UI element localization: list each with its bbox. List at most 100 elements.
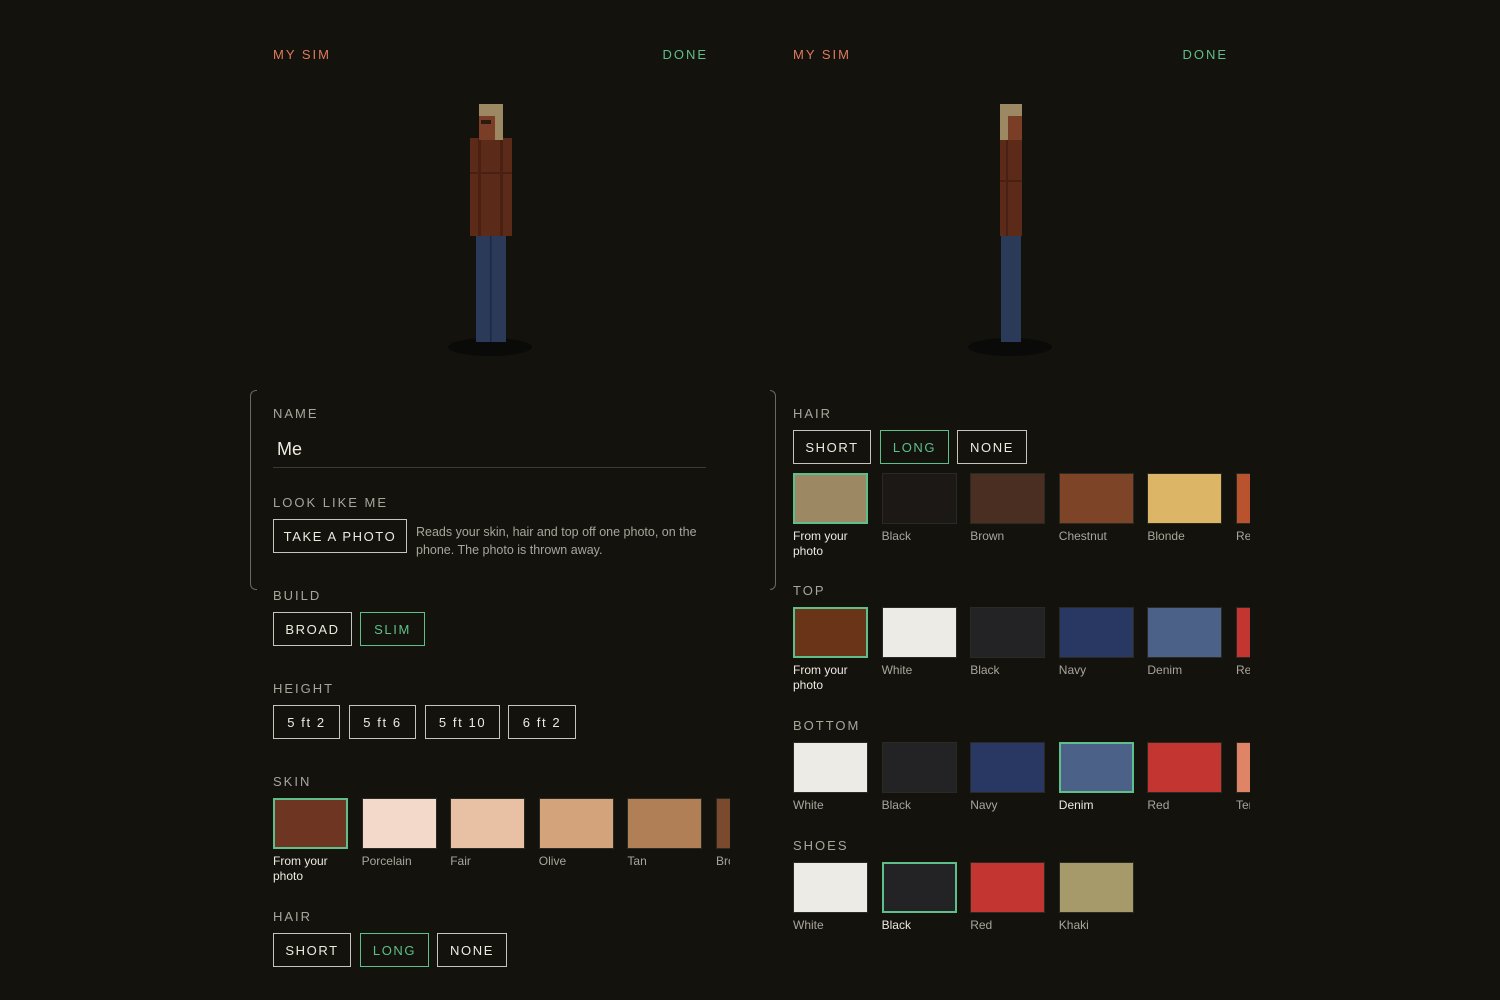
skin-swatch-row: From your photo Porcelain Fair Olive Tan Brow…	[273, 798, 730, 888]
shoes-label: SHOES	[793, 838, 849, 853]
swatch-label: White	[793, 918, 824, 932]
swatch-label: Brown	[970, 529, 1005, 543]
swatch-color	[793, 742, 868, 793]
swatch-label: White	[881, 663, 913, 677]
skin-swatch[interactable]: Brown	[716, 798, 730, 869]
sim-editor-right: MY SIM DONE HAIR SHORT LONG NONE From yo…	[770, 0, 1250, 1000]
height-option-5ft6[interactable]: 5 ft 6	[349, 705, 416, 739]
build-option-broad[interactable]: BROAD	[273, 612, 352, 646]
swatch-label: White	[793, 798, 824, 812]
swatch-color	[970, 473, 1046, 524]
sim-editor-left: MY SIM DONE NAME LOOK LIKE ME TAKE A PHO…	[250, 0, 730, 1000]
hair-color-swatch[interactable]: Red	[1236, 473, 1250, 544]
swatch-label: Black	[881, 918, 911, 932]
shoe-color-swatch[interactable]: White	[793, 862, 868, 933]
swatch-label: Red	[1236, 529, 1250, 543]
hair-label: HAIR	[793, 406, 833, 421]
swatch-label: Brown	[716, 854, 730, 868]
swatch-color	[1058, 742, 1134, 793]
page-title: MY SIM	[793, 47, 851, 62]
swatch-label: From your photo	[273, 854, 328, 883]
name-input[interactable]	[273, 432, 706, 468]
shoe-color-swatch[interactable]: Red	[970, 862, 1046, 933]
top-color-swatch[interactable]: Black	[970, 607, 1046, 678]
height-option-5ft10[interactable]: 5 ft 10	[425, 705, 500, 739]
swatch-label: Blonde	[1147, 529, 1185, 543]
hair-label: HAIR	[273, 909, 313, 924]
hair-color-swatch[interactable]: Chestnut	[1058, 473, 1134, 544]
swatch-color	[970, 607, 1046, 658]
build-option-slim[interactable]: SLIM	[360, 612, 425, 646]
swatch-label: Porcelain	[361, 854, 412, 868]
hair-color-swatch[interactable]: Brown	[970, 473, 1046, 544]
skin-label: SKIN	[273, 774, 312, 789]
top-color-swatch[interactable]: From your photo	[793, 607, 868, 693]
swatch-label: From your photo	[793, 663, 848, 692]
skin-swatch[interactable]: Fair	[450, 798, 526, 869]
hair-option-short[interactable]: SHORT	[273, 933, 351, 967]
bottom-label: BOTTOM	[793, 718, 861, 733]
bottom-color-swatch[interactable]: Black	[881, 742, 957, 813]
skin-swatch[interactable]: Porcelain	[361, 798, 437, 869]
hair-color-swatch[interactable]: Black	[881, 473, 957, 544]
top-color-swatch[interactable]: Navy	[1058, 607, 1134, 678]
top-color-swatch[interactable]: Denim	[1147, 607, 1223, 678]
top-color-swatch[interactable]: Red	[1236, 607, 1250, 678]
avatar-preview-side	[968, 104, 1052, 356]
swatch-label: Black	[881, 529, 911, 543]
swatch-color	[881, 473, 957, 524]
swatch-color	[793, 862, 868, 913]
skin-swatch[interactable]: From your photo	[273, 798, 348, 884]
top-color-swatch[interactable]: White	[881, 607, 957, 678]
swatch-color	[538, 798, 614, 849]
hair-color-swatch[interactable]: Blonde	[1147, 473, 1223, 544]
hair-option-none[interactable]: NONE	[957, 430, 1027, 464]
done-button[interactable]: DONE	[1182, 47, 1228, 62]
swatch-color	[361, 798, 437, 849]
bottom-color-swatch[interactable]: White	[793, 742, 868, 813]
shoe-color-swatch[interactable]: Khaki	[1058, 862, 1134, 933]
top-color-row: From your photo White Black Navy Denim Red	[793, 607, 1250, 697]
hair-option-none[interactable]: NONE	[437, 933, 507, 967]
swatch-color	[273, 798, 348, 849]
swatch-label: Denim	[1058, 798, 1094, 812]
done-button[interactable]: DONE	[662, 47, 708, 62]
swatch-color	[793, 473, 868, 524]
swatch-color	[970, 742, 1046, 793]
height-option-6ft2[interactable]: 6 ft 2	[508, 705, 576, 739]
shoe-color-swatch[interactable]: Black	[881, 862, 957, 933]
swatch-color	[716, 798, 730, 849]
swatch-label: Black	[881, 798, 911, 812]
swatch-label: Fair	[450, 854, 471, 868]
swatch-color	[1236, 607, 1250, 658]
skin-swatch[interactable]: Olive	[538, 798, 614, 869]
look-like-me-help: Reads your skin, hair and top off one ph…	[416, 525, 697, 557]
skin-swatch[interactable]: Tan	[627, 798, 703, 869]
swatch-label: Black	[970, 663, 1000, 677]
swatch-color	[1236, 742, 1250, 793]
bottom-color-swatch[interactable]: Denim	[1058, 742, 1134, 813]
take-photo-button[interactable]: TAKE A PHOTO	[273, 519, 407, 553]
swatch-label: Navy	[1058, 663, 1087, 677]
photo-section-bracket	[250, 390, 257, 590]
swatch-color	[627, 798, 703, 849]
bottom-color-swatch[interactable]: Navy	[970, 742, 1046, 813]
hair-option-long[interactable]: LONG	[360, 933, 429, 967]
hair-option-short[interactable]: SHORT	[793, 430, 871, 464]
swatch-color	[1236, 473, 1250, 524]
hair-option-long[interactable]: LONG	[880, 430, 949, 464]
height-label: HEIGHT	[273, 681, 335, 696]
bottom-color-swatch[interactable]: Terracotta	[1236, 742, 1250, 813]
swatch-color	[793, 607, 868, 658]
swatch-label: Khaki	[1058, 918, 1089, 932]
bottom-color-swatch[interactable]: Red	[1147, 742, 1223, 813]
hair-color-swatch[interactable]: From your photo	[793, 473, 868, 559]
swatch-label: From your photo	[793, 529, 848, 558]
swatch-color	[1058, 607, 1134, 658]
height-option-5ft2[interactable]: 5 ft 2	[273, 705, 340, 739]
swatch-label: Chestnut	[1058, 529, 1107, 543]
swatch-label: Red	[970, 918, 993, 932]
build-label: BUILD	[273, 588, 322, 603]
swatch-label: Olive	[538, 854, 567, 868]
swatch-label: Red	[1236, 663, 1250, 677]
